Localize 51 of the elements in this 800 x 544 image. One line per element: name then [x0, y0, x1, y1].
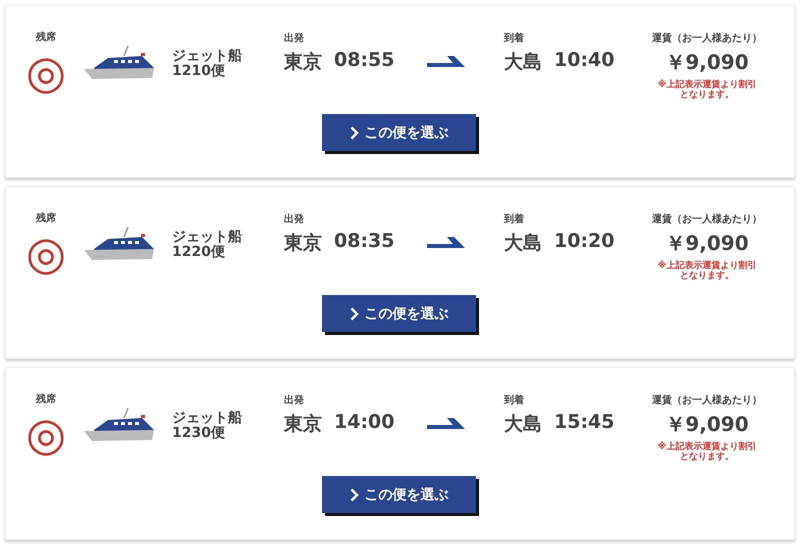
- arrival-time: 15:45: [554, 411, 614, 435]
- ship-icon: [84, 408, 156, 442]
- select-button[interactable]: この便を選ぶ: [322, 295, 476, 332]
- departure-port: 東京: [284, 231, 322, 256]
- flight-number: 1210便: [172, 64, 226, 79]
- arrival-port: 大島: [504, 412, 542, 437]
- fare-label: 運賃（お一人様あたり）: [652, 32, 762, 45]
- fare-note: ※上記表示運賃より割引となります。: [656, 442, 758, 462]
- fare-note: ※上記表示運賃より割引となります。: [656, 261, 758, 281]
- flight-number: 1230便: [172, 426, 226, 441]
- vessel-type: ジェット船: [172, 230, 243, 245]
- arrival-label: 到着: [504, 212, 525, 226]
- arrival-time: 10:40: [554, 49, 614, 73]
- fare-label: 運賃（お一人様あたり）: [652, 394, 762, 407]
- arrival-time: 10:20: [554, 230, 614, 254]
- select-button[interactable]: この便を選ぶ: [322, 476, 476, 513]
- departure-time: 08:55: [334, 49, 394, 73]
- departure-port: 東京: [284, 50, 322, 75]
- chevron-icon: [350, 306, 358, 320]
- chevron-icon: [350, 488, 358, 502]
- fare-price: ￥9,090: [665, 230, 749, 257]
- chevron-icon: [350, 126, 358, 140]
- select-button[interactable]: この便を選ぶ: [322, 114, 476, 151]
- arrival-port: 大島: [504, 231, 542, 256]
- seat-status: ◎: [26, 231, 66, 275]
- arrival-label: 到着: [504, 393, 525, 407]
- ship-icon: [84, 227, 156, 261]
- departure-time: 08:35: [334, 230, 394, 254]
- departure-label: 出発: [284, 212, 305, 226]
- departure-label: 出発: [284, 394, 305, 407]
- ship-icon: [84, 46, 156, 80]
- fare-price: ￥9,090: [665, 49, 749, 76]
- vessel-type: ジェット船: [172, 411, 243, 426]
- seat-status: ◎: [26, 50, 66, 94]
- seat-label: 残席: [36, 211, 56, 225]
- arrow-icon: [427, 416, 467, 430]
- fare-label: 運賃（お一人様あたり）: [652, 212, 762, 226]
- seat-status: ◎: [26, 412, 66, 456]
- arrow-icon: [427, 54, 467, 68]
- arrival-label: 到着: [504, 31, 525, 45]
- seat-label: 残席: [36, 30, 56, 44]
- departure-label: 出発: [284, 32, 305, 45]
- flight-number: 1220便: [172, 245, 226, 260]
- arrow-icon: [427, 235, 467, 249]
- fare-price: ￥9,090: [665, 411, 749, 438]
- vessel-type: ジェット船: [172, 49, 243, 64]
- departure-port: 東京: [284, 412, 322, 437]
- departure-time: 14:00: [334, 411, 394, 435]
- seat-label: 残席: [36, 392, 56, 406]
- fare-note: ※上記表示運賃より割引となります。: [656, 80, 758, 100]
- arrival-port: 大島: [504, 50, 542, 75]
